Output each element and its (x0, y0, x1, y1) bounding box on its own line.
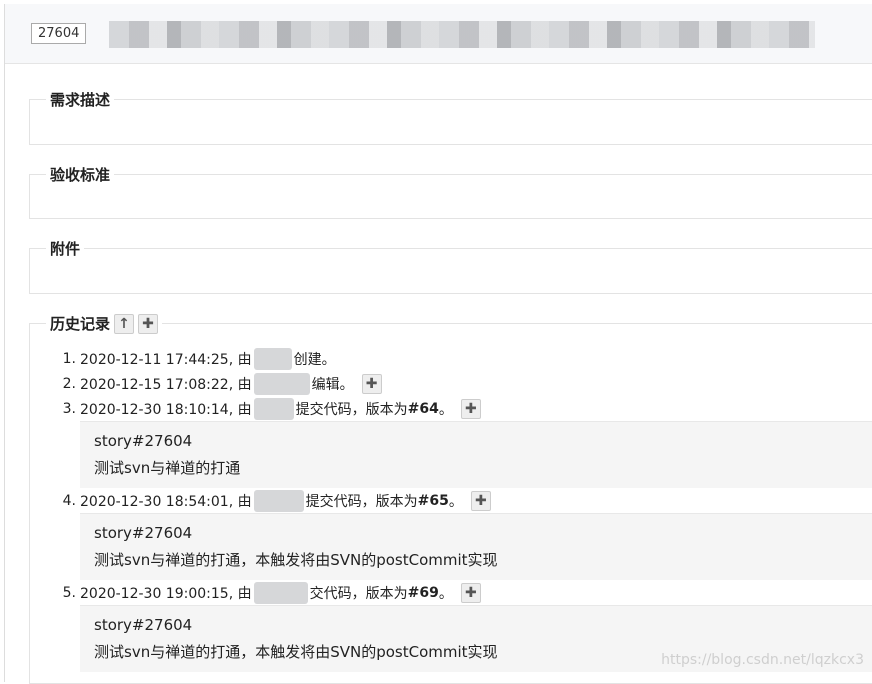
entry-number: 2. (62, 375, 76, 392)
user-name-redacted (253, 581, 308, 604)
plus-icon[interactable]: ✚ (138, 314, 159, 334)
history-entry: 2. 2020-12-15 17:08:22, 由 编辑。 ✚ (32, 371, 872, 396)
section-description: 需求描述 (29, 90, 872, 145)
story-title-redacted (109, 21, 815, 48)
entry-action: 提交代码，版本为 (305, 493, 418, 510)
comment-line: 测试svn与禅道的打通，本触发将由SVN的postCommit实现 (94, 551, 498, 569)
plus-icon[interactable]: ✚ (460, 582, 481, 603)
entry-suffix: 。 (448, 493, 463, 510)
entry-time: 2020-12-11 17:44:25, 由 (80, 351, 252, 368)
history-label: 历史记录 (50, 315, 111, 333)
user-name-redacted (253, 347, 292, 370)
history-entry: 1. 2020-12-11 17:44:25, 由 创建。 (32, 346, 872, 371)
watermark: https://blog.csdn.net/lqzkcx3 (661, 652, 864, 668)
story-header: 27604 (4, 4, 872, 64)
entry-number: 1. (62, 350, 76, 367)
section-attachments: 附件 (29, 239, 872, 294)
entry-action: 提交代码，版本为 (295, 401, 408, 418)
user-name-redacted (253, 489, 304, 512)
section-title-description: 需求描述 (46, 90, 115, 110)
entry-suffix: 。 (438, 401, 453, 418)
entry-action: 交代码，版本为 (309, 585, 408, 602)
section-acceptance: 验收标准 (29, 165, 872, 219)
comment-line: story#27604 (94, 616, 193, 634)
commit-comment: story#27604 测试svn与禅道的打通，本触发将由SVN的postCom… (80, 513, 872, 580)
comment-line: story#27604 (94, 524, 193, 542)
entry-action: 创建。 (293, 351, 336, 368)
version-link[interactable]: #64 (408, 401, 439, 417)
entry-number: 3. (62, 400, 76, 417)
arrow-up-icon[interactable]: ↑ (114, 314, 135, 334)
section-title-attachments: 附件 (46, 239, 85, 259)
history-entry: 3. 2020-12-30 18:10:14, 由 提交代码，版本为 #64 。… (32, 396, 872, 488)
history-list: 1. 2020-12-11 17:44:25, 由 创建。 2. 2020-12… (32, 346, 872, 672)
commit-comment: story#27604 测试svn与禅道的打通 (80, 421, 872, 488)
entry-time: 2020-12-30 19:00:15, 由 (80, 585, 252, 602)
plus-icon[interactable]: ✚ (361, 373, 382, 394)
history-entry: 4. 2020-12-30 18:54:01, 由 提交代码，版本为 #65 。… (32, 488, 872, 580)
section-title-acceptance: 验收标准 (46, 165, 115, 185)
entry-suffix: 。 (438, 585, 453, 602)
plus-icon[interactable]: ✚ (460, 398, 481, 419)
entry-number: 5. (62, 584, 76, 601)
left-border (4, 63, 5, 682)
entry-time: 2020-12-30 18:10:14, 由 (80, 401, 252, 418)
user-name-redacted (253, 397, 294, 420)
section-title-history: 历史记录 ↑ ✚ (46, 314, 163, 334)
version-link[interactable]: #65 (418, 493, 449, 509)
entry-action: 编辑。 (311, 376, 354, 393)
entry-number: 4. (62, 492, 76, 509)
user-name-redacted (253, 372, 310, 395)
story-id-badge: 27604 (31, 23, 87, 44)
entry-time: 2020-12-15 17:08:22, 由 (80, 376, 252, 393)
comment-line: 测试svn与禅道的打通 (94, 459, 241, 477)
plus-icon[interactable]: ✚ (470, 490, 491, 511)
comment-line: story#27604 (94, 432, 193, 450)
version-link[interactable]: #69 (408, 585, 439, 601)
entry-time: 2020-12-30 18:54:01, 由 (80, 493, 252, 510)
